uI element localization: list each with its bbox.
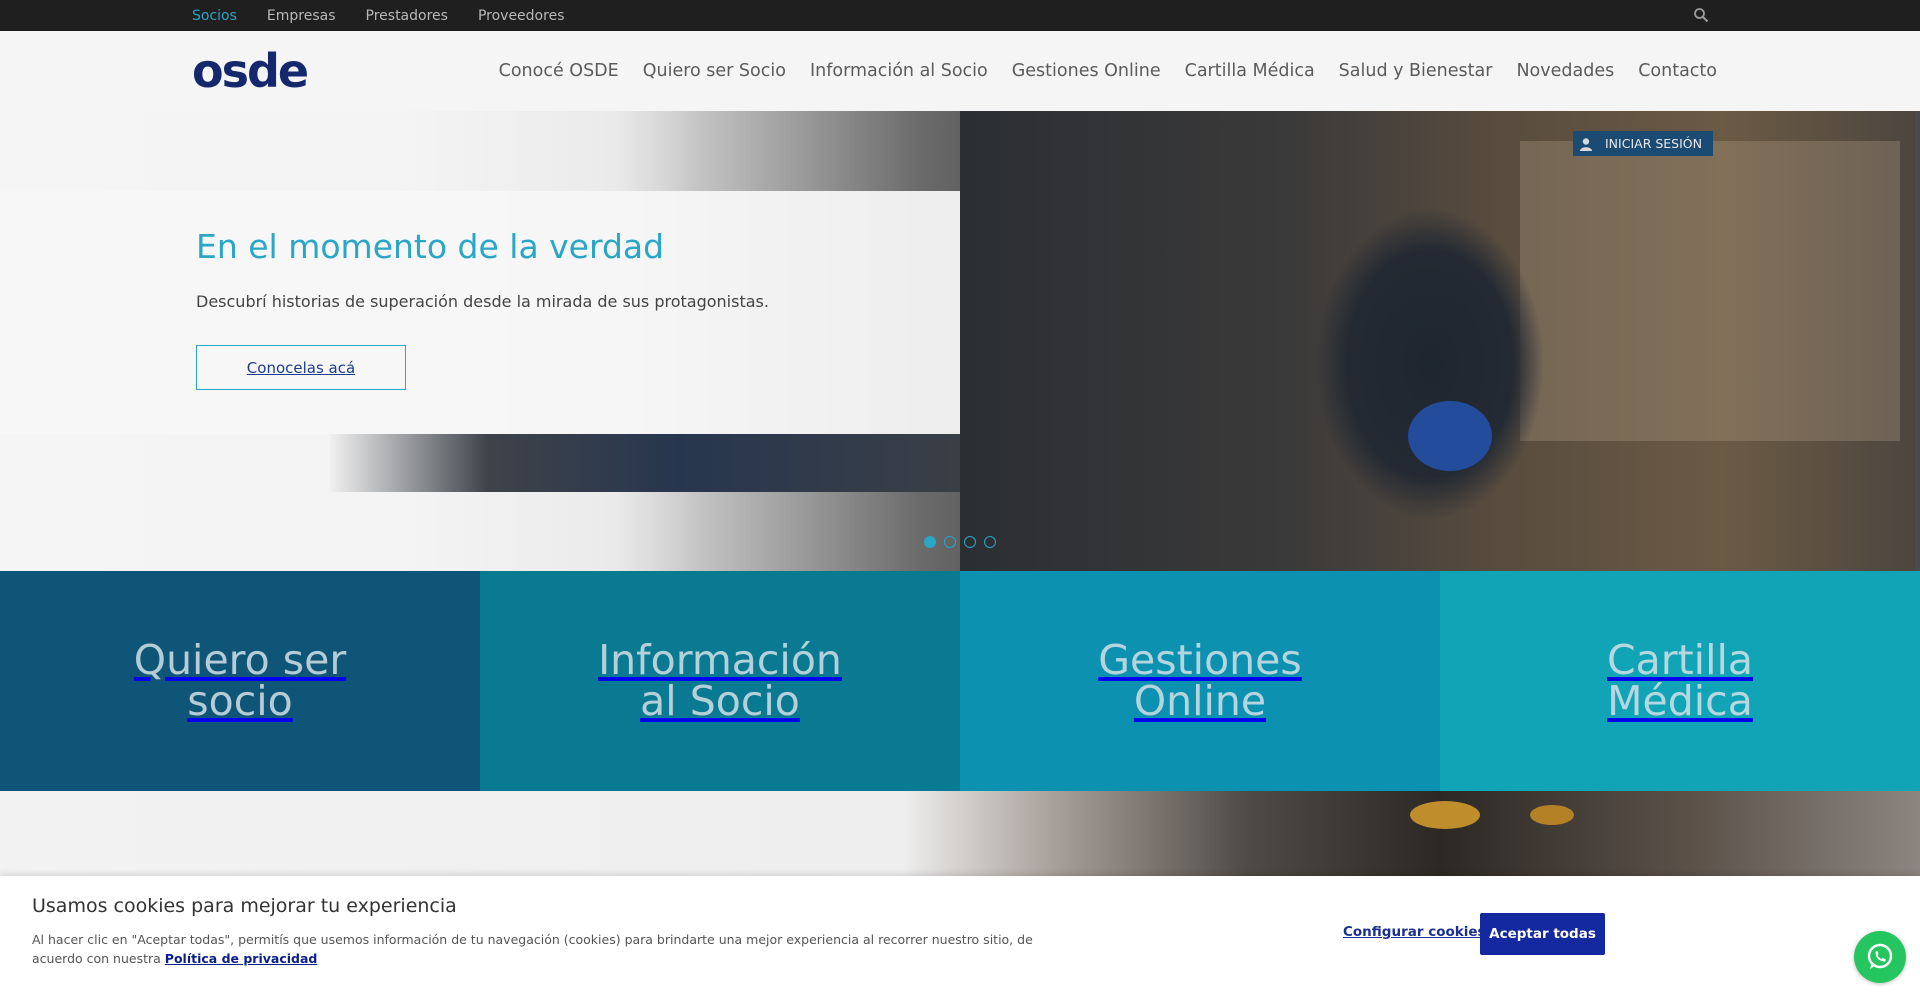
nav-novedades[interactable]: Novedades xyxy=(1516,61,1614,81)
nav-conoce-osde[interactable]: Conocé OSDE xyxy=(499,61,619,81)
hero-photo-person xyxy=(1240,111,1620,571)
topbar-link-proveedores[interactable]: Proveedores xyxy=(478,8,565,24)
whatsapp-button[interactable] xyxy=(1854,931,1906,983)
audience-links: Socios Empresas Prestadores Proveedores xyxy=(192,0,564,31)
hero-photo-paddle xyxy=(1408,401,1492,471)
nav-salud-y-bienestar[interactable]: Salud y Bienestar xyxy=(1339,61,1493,81)
topbar-link-socios[interactable]: Socios xyxy=(192,8,237,24)
nav-cartilla-medica[interactable]: Cartilla Médica xyxy=(1185,61,1315,81)
configure-cookies-link[interactable]: Configurar cookies xyxy=(1343,924,1486,940)
quick-access-tiles: Quiero ser socio Información al Socio Gest… xyxy=(0,571,1920,791)
login-label: INICIAR SESIÓN xyxy=(1605,136,1702,151)
hero-carousel: En el momento de la verdad Descubrí hist… xyxy=(0,111,1920,571)
nav-informacion-al-socio[interactable]: Información al Socio xyxy=(810,61,988,81)
topbar-link-empresas[interactable]: Empresas xyxy=(267,8,336,24)
accept-all-button[interactable]: Aceptar todas xyxy=(1480,913,1605,955)
carousel-dot-1[interactable] xyxy=(924,536,936,548)
nav-gestiones-online[interactable]: Gestiones Online xyxy=(1012,61,1161,81)
tile-label-line2: socio xyxy=(187,677,293,725)
carousel-dots xyxy=(924,536,996,548)
user-icon xyxy=(1580,137,1592,151)
search-icon[interactable] xyxy=(1693,7,1709,23)
main-header: osde Conocé OSDE Quiero ser Socio Inform… xyxy=(0,31,1920,111)
nav-quiero-ser-socio[interactable]: Quiero ser Socio xyxy=(643,61,786,81)
carousel-dot-4[interactable] xyxy=(984,536,996,548)
lower-photo-section xyxy=(0,791,1920,876)
tile-label-line2: al Socio xyxy=(640,677,800,725)
top-bar: Socios Empresas Prestadores Proveedores xyxy=(0,0,1920,31)
lower-photo-lamp xyxy=(1410,801,1480,829)
tile-cartilla-medica[interactable]: Cartilla Médica xyxy=(1440,571,1920,791)
hero-cta-button[interactable]: Conocelas acá xyxy=(196,345,406,390)
cookie-text: Al hacer clic en "Aceptar todas", permit… xyxy=(32,930,1042,968)
login-button[interactable]: INICIAR SESIÓN xyxy=(1573,131,1713,156)
privacy-policy-link[interactable]: Política de privacidad xyxy=(165,951,318,966)
hero-subtitle: Descubrí historias de superación desde l… xyxy=(196,292,769,311)
whatsapp-icon xyxy=(1867,943,1893,969)
tile-quiero-ser-socio[interactable]: Quiero ser socio xyxy=(0,571,480,791)
osde-logo[interactable]: osde xyxy=(192,45,309,97)
tile-label-line2: Médica xyxy=(1607,677,1753,725)
carousel-dot-3[interactable] xyxy=(964,536,976,548)
hero-title: En el momento de la verdad xyxy=(196,227,665,266)
nav-contacto[interactable]: Contacto xyxy=(1638,61,1717,81)
cookie-banner: Usamos cookies para mejorar tu experienc… xyxy=(0,876,1920,993)
carousel-dot-2[interactable] xyxy=(944,536,956,548)
topbar-link-prestadores[interactable]: Prestadores xyxy=(366,8,448,24)
tile-informacion-al-socio[interactable]: Información al Socio xyxy=(480,571,960,791)
tile-label-line2: Online xyxy=(1133,677,1267,725)
lower-photo-lamp xyxy=(1530,805,1574,825)
tile-gestiones-online[interactable]: Gestiones Online xyxy=(960,571,1440,791)
cookie-title: Usamos cookies para mejorar tu experienc… xyxy=(32,895,457,917)
hero-photo-strip xyxy=(330,434,960,492)
main-nav: Conocé OSDE Quiero ser Socio Información… xyxy=(499,31,1717,111)
